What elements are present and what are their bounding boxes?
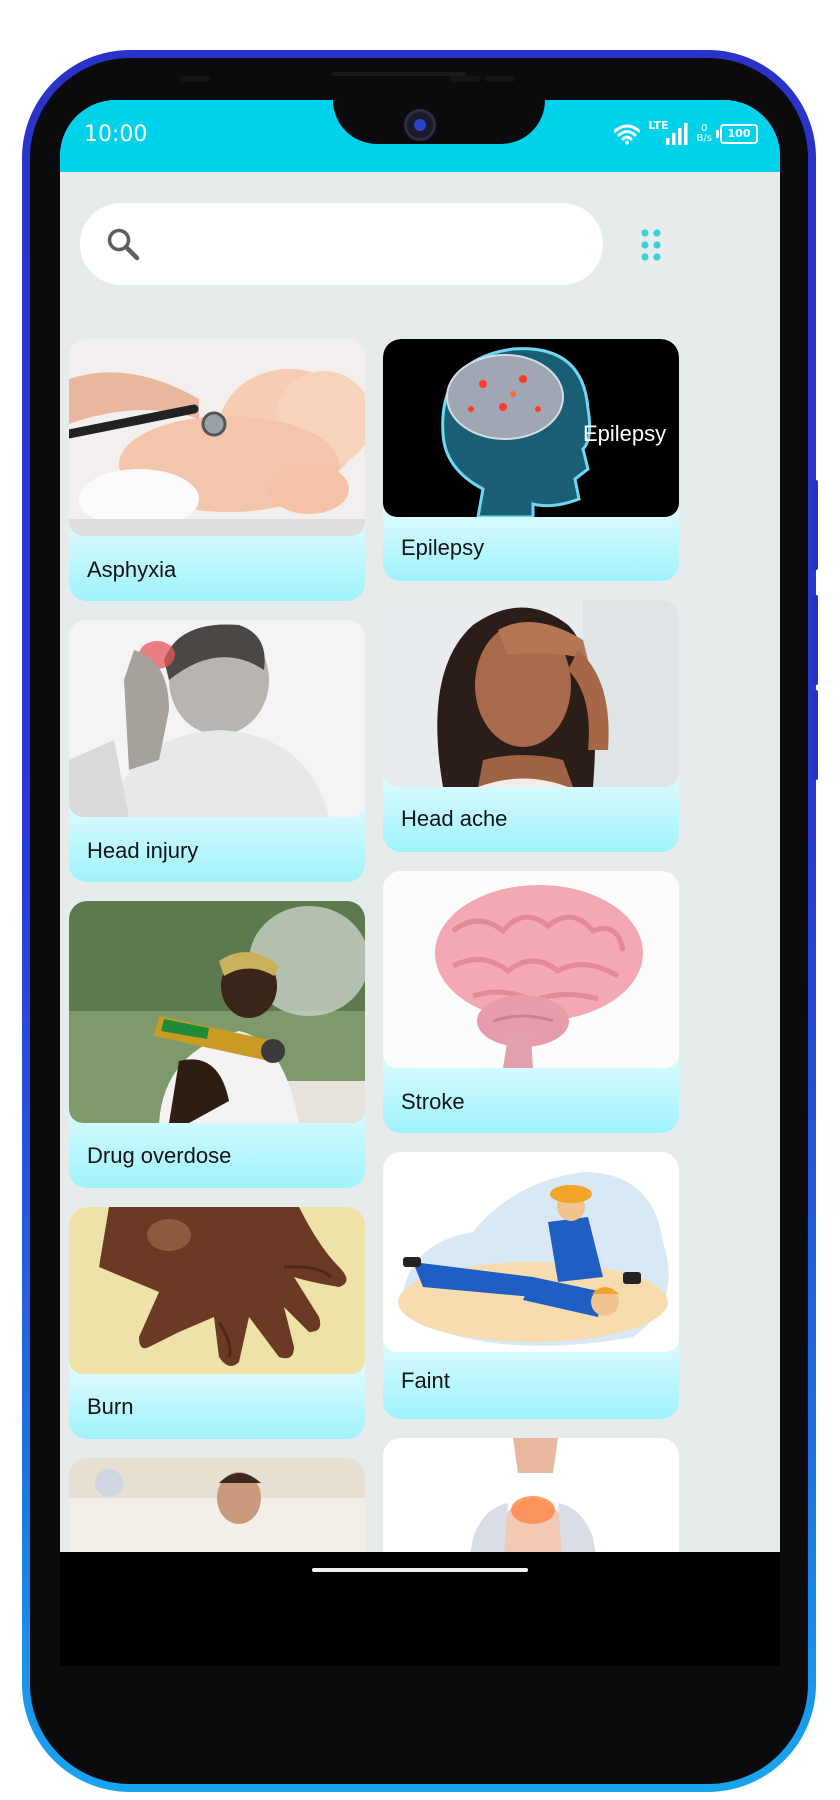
card-image bbox=[383, 600, 679, 787]
man-holding-head-icon bbox=[69, 620, 365, 817]
front-camera-icon bbox=[404, 109, 436, 141]
card-stroke[interactable]: Stroke bbox=[383, 871, 679, 1133]
card-label: Stroke bbox=[401, 1089, 465, 1114]
card-burn[interactable]: Burn bbox=[69, 1207, 365, 1439]
man-smoking-icon bbox=[69, 901, 365, 1123]
grid-menu-icon[interactable] bbox=[640, 228, 662, 262]
volume-up-button bbox=[812, 480, 818, 570]
navigation-bar bbox=[60, 1552, 780, 1666]
burned-hand-icon bbox=[69, 1207, 365, 1374]
status-icons: LTE 0 B/s 100 bbox=[614, 118, 758, 150]
card-image bbox=[383, 871, 679, 1068]
network-type-label: LTE bbox=[648, 118, 669, 132]
card-image bbox=[383, 1438, 679, 1568]
wifi-icon bbox=[614, 124, 641, 145]
search-row bbox=[60, 172, 780, 312]
app-screen: 10:00 LTE 0 B/s 100 Asphyxia Epilepsy Ep… bbox=[60, 100, 780, 1666]
card-label: Epilepsy bbox=[401, 535, 485, 560]
network-speed-unit: B/s bbox=[696, 133, 712, 144]
card-drug-overdose[interactable]: Drug overdose bbox=[69, 901, 365, 1188]
chest-pain-photo-icon bbox=[383, 1438, 679, 1568]
card-image bbox=[69, 620, 365, 817]
home-indicator[interactable] bbox=[312, 1568, 528, 1572]
card-faint[interactable]: Faint bbox=[383, 1152, 679, 1419]
card-label: Head injury bbox=[87, 838, 199, 863]
card-label: Asphyxia bbox=[87, 557, 177, 582]
card-label: Head ache bbox=[401, 806, 508, 831]
card-head-injury[interactable]: Head injury bbox=[69, 620, 365, 882]
card-image bbox=[69, 1207, 365, 1374]
battery-level: 100 bbox=[727, 127, 751, 140]
ambient-sensor bbox=[485, 76, 515, 82]
card-image bbox=[383, 1152, 679, 1352]
card-label: Faint bbox=[401, 1368, 450, 1393]
battery-icon: 100 bbox=[716, 124, 758, 144]
card-label: Drug overdose bbox=[87, 1143, 232, 1168]
baby-stethoscope-icon bbox=[69, 339, 365, 536]
status-time: 10:00 bbox=[84, 122, 148, 147]
network-speed: 0 B/s bbox=[697, 124, 712, 144]
card-image bbox=[69, 901, 365, 1123]
search-icon[interactable] bbox=[106, 227, 140, 261]
ambient-sensor bbox=[450, 76, 480, 82]
card-label: Burn bbox=[87, 1394, 134, 1419]
card-head-ache[interactable]: Head ache bbox=[383, 600, 679, 852]
card-image bbox=[69, 339, 365, 536]
proximity-sensor bbox=[180, 76, 210, 82]
card-epilepsy[interactable]: Epilepsy Epilepsy bbox=[383, 339, 679, 581]
epilepsy-overlay-text: Epilepsy bbox=[583, 421, 666, 446]
worker-recovery-position-icon bbox=[383, 1152, 679, 1352]
power-button bbox=[812, 690, 818, 780]
brain-model-icon bbox=[383, 871, 679, 1068]
search-input[interactable] bbox=[80, 203, 603, 285]
card-image: Epilepsy bbox=[383, 339, 679, 517]
earpiece-speaker bbox=[332, 72, 466, 76]
display-notch bbox=[333, 100, 545, 144]
woman-headache-icon bbox=[383, 600, 679, 787]
brain-xray-head-icon: Epilepsy bbox=[383, 339, 679, 517]
card-asphyxia[interactable]: Asphyxia bbox=[69, 339, 365, 601]
volume-down-button bbox=[812, 595, 818, 685]
